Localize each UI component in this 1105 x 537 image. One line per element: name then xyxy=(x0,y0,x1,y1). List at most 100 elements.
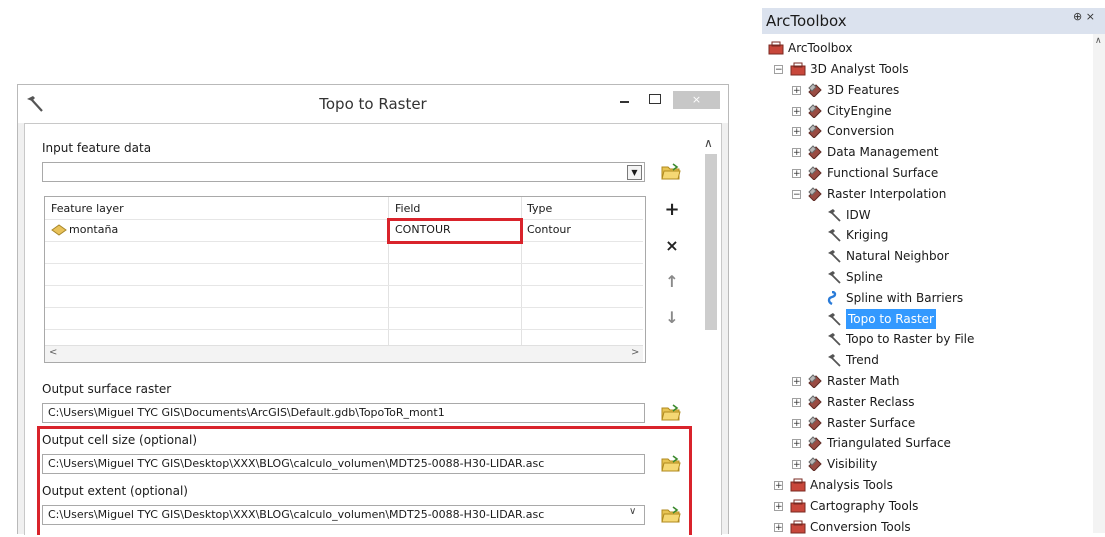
column-header-field[interactable]: Field xyxy=(395,202,420,215)
tree-item[interactable]: − Raster Interpolation xyxy=(762,184,1092,204)
tree-item-label: Kriging xyxy=(846,228,889,243)
scrollbar-thumb[interactable] xyxy=(705,154,717,330)
feature-layer-cell: montaña xyxy=(69,223,119,236)
expand-toggle[interactable]: + xyxy=(792,377,801,387)
scroll-up-arrow[interactable]: ∧ xyxy=(704,136,713,150)
hammer-icon xyxy=(828,271,841,284)
tree-item-label: Data Management xyxy=(827,145,939,160)
toolset-icon xyxy=(808,145,822,160)
row-divider xyxy=(45,241,643,242)
toolset-icon xyxy=(808,124,822,139)
scroll-left-arrow[interactable]: < xyxy=(49,347,57,358)
tree-item[interactable]: Trend xyxy=(762,350,1092,370)
tree-item-label: 3D Analyst Tools xyxy=(810,62,909,76)
collapse-toggle[interactable]: − xyxy=(792,189,801,199)
hammer-icon xyxy=(828,354,841,367)
tree-item-label: Functional Surface xyxy=(827,166,939,180)
pin-close-controls[interactable]: ⊕ × xyxy=(1073,10,1095,23)
expand-toggle[interactable]: + xyxy=(792,397,801,407)
tree-item[interactable]: Natural Neighbor xyxy=(762,246,1092,266)
close-button[interactable]: × xyxy=(673,91,720,109)
tree-item[interactable]: + Conversion Tools xyxy=(762,517,1092,537)
chevron-down-icon[interactable]: ▼ xyxy=(627,165,642,180)
move-up-button[interactable]: ↑ xyxy=(661,271,683,293)
add-row-button[interactable]: + xyxy=(661,199,683,221)
output-cell-label: Output cell size (optional) xyxy=(42,433,198,447)
tree-item[interactable]: + Raster Math xyxy=(762,371,1092,391)
toolbox-root[interactable]: ArcToolbox xyxy=(768,38,852,58)
expand-toggle[interactable]: + xyxy=(792,148,801,158)
tree-item[interactable]: + Visibility xyxy=(762,454,1092,474)
output-extent-field[interactable]: C:\Users\Miguel TYC GIS\Desktop\XXX\BLOG… xyxy=(42,505,645,525)
tree-item[interactable]: + Triangulated Surface xyxy=(762,433,1092,453)
input-feature-field[interactable] xyxy=(42,162,645,182)
tree-item[interactable]: + Analysis Tools xyxy=(762,475,1092,495)
tree-item[interactable]: + Functional Surface xyxy=(762,163,1092,183)
tree-item[interactable]: − 3D Analyst Tools xyxy=(762,59,1092,79)
dialog-titlebar[interactable]: Topo to Raster × xyxy=(18,85,728,123)
tree-item[interactable]: + CityEngine xyxy=(762,101,1092,121)
row-divider xyxy=(45,307,643,308)
folder-browse-icon[interactable] xyxy=(661,404,681,422)
remove-row-button[interactable]: × xyxy=(661,235,683,257)
tree-item[interactable]: Spline with Barriers xyxy=(762,288,1092,308)
tree-item-label: Natural Neighbor xyxy=(846,249,949,264)
chevron-down-icon[interactable]: ∨ xyxy=(629,506,636,517)
tree-item[interactable]: Kriging xyxy=(762,225,1092,245)
tree-item[interactable]: + Cartography Tools xyxy=(762,496,1092,516)
scroll-up-arrow[interactable]: ∧ xyxy=(1095,36,1102,46)
expand-toggle[interactable]: + xyxy=(792,460,801,470)
scroll-right-arrow[interactable]: > xyxy=(631,347,639,358)
hammer-icon xyxy=(828,312,841,326)
expand-toggle[interactable]: + xyxy=(792,106,801,116)
expand-toggle[interactable]: + xyxy=(774,481,783,491)
folder-browse-icon[interactable] xyxy=(661,163,681,181)
expand-toggle[interactable]: + xyxy=(792,418,801,428)
tree-item[interactable]: + Data Management xyxy=(762,142,1092,162)
output-surface-field[interactable]: C:\Users\Miguel TYC GIS\Documents\ArcGIS… xyxy=(42,403,645,423)
expand-toggle[interactable]: + xyxy=(792,169,801,179)
arctoolbox-icon xyxy=(768,41,784,55)
feature-table: Feature layer Field Type montaña CONTOUR… xyxy=(44,196,646,363)
folder-browse-icon[interactable] xyxy=(661,455,681,473)
dialog-body: Input feature data ▼ Feature layer Field… xyxy=(24,123,722,535)
column-header-feature-layer[interactable]: Feature layer xyxy=(51,202,124,215)
column-header-type[interactable]: Type xyxy=(527,202,552,215)
tree-item-label: Raster Interpolation xyxy=(827,186,947,201)
type-cell[interactable]: Contour xyxy=(527,223,571,236)
toolset-icon xyxy=(808,436,822,451)
tree-item[interactable]: Topo to Raster by File xyxy=(762,329,1092,349)
maximize-button[interactable] xyxy=(644,91,666,107)
tree-item[interactable]: Topo to Raster xyxy=(762,308,1092,329)
tree-item-label: Trend xyxy=(846,353,879,368)
tree-item[interactable]: IDW xyxy=(762,205,1092,225)
tree-item-label: Raster Reclass xyxy=(827,394,915,409)
expand-toggle[interactable]: + xyxy=(792,127,801,137)
tree-item-label: IDW xyxy=(846,207,871,222)
tree-scrollbar[interactable]: ∧ xyxy=(1093,34,1105,533)
expand-toggle[interactable]: + xyxy=(792,85,801,95)
collapse-toggle[interactable]: − xyxy=(774,65,783,75)
move-down-button[interactable]: ↓ xyxy=(661,307,683,329)
output-cell-field[interactable]: C:\Users\Miguel TYC GIS\Desktop\XXX\BLOG… xyxy=(42,454,645,474)
tree-item[interactable]: +3D Features xyxy=(762,80,1092,100)
tree-item[interactable]: + Conversion xyxy=(762,121,1092,141)
toolset-icon xyxy=(808,187,822,201)
topo-to-raster-dialog: Topo to Raster × Input feature data ▼ Fe… xyxy=(17,84,729,535)
tree-item[interactable]: + Raster Surface xyxy=(762,413,1092,433)
tree-item-label: Conversion xyxy=(827,124,895,139)
output-extent-label: Output extent (optional) xyxy=(42,484,188,498)
toolbox-root-label: ArcToolbox xyxy=(788,41,853,55)
tree-item-label: Spline with Barriers xyxy=(846,290,964,305)
vertical-scrollbar[interactable]: ∧ xyxy=(702,136,719,351)
minimize-button[interactable] xyxy=(615,91,635,107)
expand-toggle[interactable]: + xyxy=(774,501,783,511)
expand-toggle[interactable]: + xyxy=(774,522,783,532)
horizontal-scrollbar[interactable]: < > xyxy=(45,345,643,362)
table-row[interactable]: montaña CONTOUR Contour xyxy=(45,220,643,241)
tree-item[interactable]: + Raster Reclass xyxy=(762,392,1092,412)
expand-toggle[interactable]: + xyxy=(792,439,801,449)
row-divider xyxy=(45,285,643,286)
folder-browse-icon[interactable] xyxy=(661,506,681,524)
tree-item[interactable]: Spline xyxy=(762,267,1092,287)
